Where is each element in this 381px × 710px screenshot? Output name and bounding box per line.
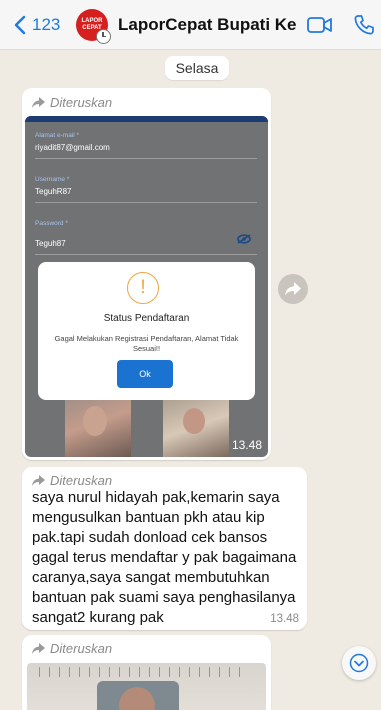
forwarded-label: Diteruskan: [32, 473, 112, 488]
dialog-message: Gagal Melakukan Registrasi Pendaftaran, …: [54, 334, 239, 353]
voice-call-button[interactable]: [350, 11, 378, 39]
chat-header: 123 LAPOR CEPAT LaporCepat Bupati Keb...: [0, 0, 381, 50]
message-time: 13.48: [231, 438, 262, 452]
card-photo: [97, 681, 179, 710]
dialog-title: Status Pendaftaran: [103, 313, 190, 324]
username-field: Username * TeguhR87: [35, 176, 257, 203]
selfie-photo: [65, 396, 131, 457]
scroll-to-bottom-button[interactable]: [342, 646, 376, 680]
forward-arrow-icon: [32, 97, 45, 108]
forwarded-image[interactable]: [27, 663, 266, 710]
forward-arrow-icon: [32, 475, 45, 486]
forwarded-label: Diteruskan: [32, 95, 112, 110]
message-text: saya nurul hidayah pak,kemarin saya meng…: [32, 489, 297, 626]
clock-icon: [96, 28, 111, 44]
message-bubble-image[interactable]: Diteruskan: [22, 635, 271, 710]
eye-off-icon: [237, 234, 251, 244]
card-pattern: [39, 667, 249, 677]
status-dialog: ! Status Pendaftaran Gagal Melakukan Reg…: [38, 262, 255, 400]
chat-area[interactable]: Selasa Diteruskan Alamat e-mail * riyadi…: [0, 50, 381, 710]
date-chip: Selasa: [165, 56, 229, 80]
chat-title[interactable]: LaporCepat Bupati Keb...: [118, 15, 296, 35]
password-field: Password * Teguh87: [35, 220, 257, 255]
warning-icon: !: [127, 272, 159, 304]
id-card-photo: [163, 396, 229, 457]
chevron-left-icon: [14, 15, 26, 34]
forward-share-button[interactable]: [278, 274, 308, 304]
unread-count: 123: [32, 14, 61, 34]
dialog-ok-button: Ok: [117, 360, 173, 388]
chevron-down-circle-icon: [349, 653, 369, 673]
forwarded-label: Diteruskan: [32, 641, 112, 656]
forward-arrow-icon: [32, 643, 45, 654]
phone-icon: [354, 14, 374, 34]
avatar[interactable]: LAPOR CEPAT: [76, 8, 111, 44]
share-forward-icon: [285, 282, 301, 296]
app-header-strip: [25, 116, 268, 122]
email-field: Alamat e-mail * riyadit87@gmail.com: [35, 132, 257, 159]
back-button[interactable]: 123: [0, 15, 76, 35]
message-bubble-text[interactable]: Diteruskan saya nurul hidayah pak,kemari…: [22, 467, 307, 630]
video-call-button[interactable]: [306, 11, 334, 39]
video-call-icon: [307, 16, 332, 33]
message-time: 13.48: [270, 613, 299, 625]
